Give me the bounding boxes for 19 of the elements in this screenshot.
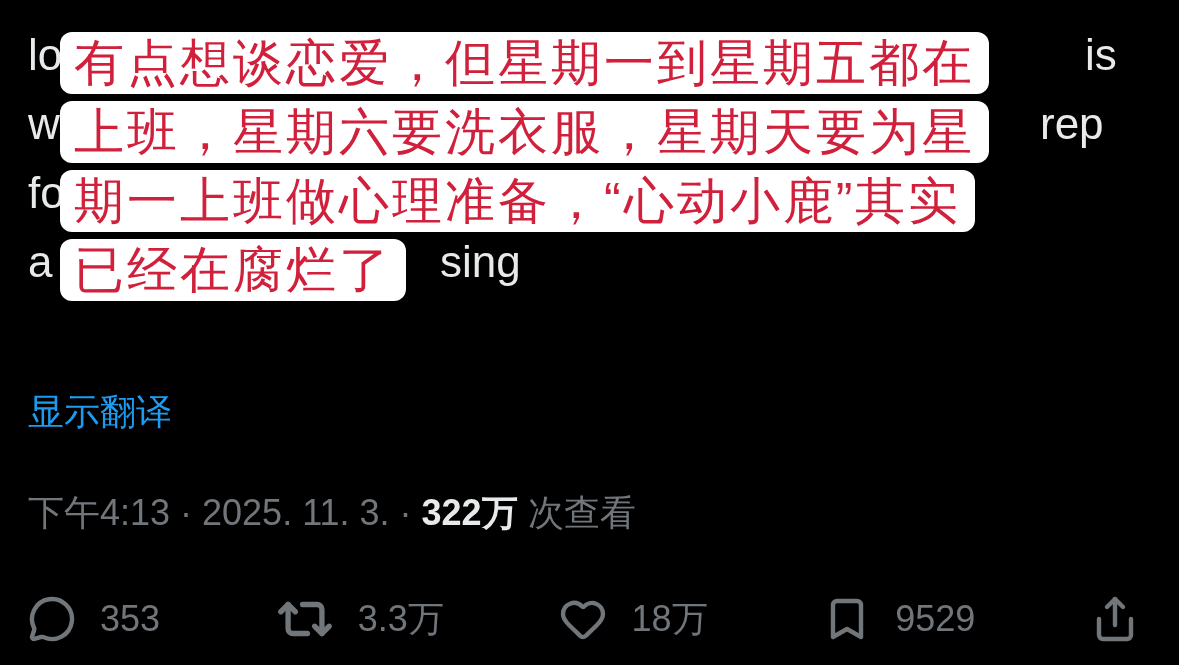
post-time: 下午4:13 · 2025. 11. 3. ·: [28, 491, 413, 535]
tweet-text: a: [28, 236, 53, 287]
translate-link[interactable]: 显示翻译: [28, 388, 172, 437]
repost-button[interactable]: 3.3万: [275, 590, 444, 648]
tweet-text: is: [1085, 29, 1117, 80]
view-count: 322万: [421, 491, 518, 535]
comment-icon: [28, 595, 76, 643]
tweet-text: sing: [440, 236, 521, 287]
caption-text: 期一上班做心理准备，“心动小鹿”其实: [60, 170, 976, 232]
tweet-text: w: [28, 98, 60, 149]
caption-text: 已经在腐烂了: [60, 239, 406, 301]
caption-text: 上班，星期六要洗衣服，星期天要为星: [60, 101, 989, 163]
views-label: 次查看: [526, 491, 636, 535]
tweet-text: lo: [28, 29, 63, 80]
like-button[interactable]: 18万: [559, 594, 708, 644]
bookmark-button[interactable]: 9529: [823, 595, 976, 643]
caption-text: 有点想谈恋爱，但星期一到星期五都在: [60, 32, 989, 94]
tweet-text: rep: [1040, 98, 1104, 149]
reply-button[interactable]: 353: [28, 595, 161, 643]
